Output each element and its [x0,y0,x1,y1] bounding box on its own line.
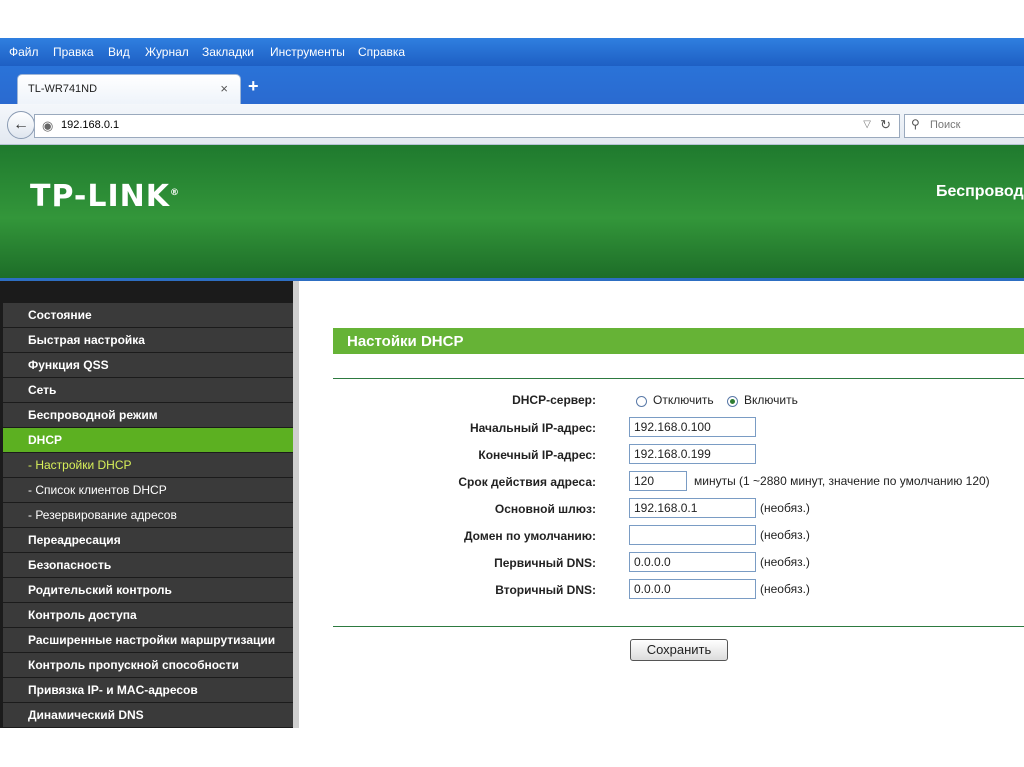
search-box[interactable]: ⚲ Поиск [904,114,1024,138]
section-title-bar: Настойки DHCP [333,328,1024,354]
gateway-optional: (необяз.) [760,501,810,515]
sidebar-item[interactable]: Расширенные настройки маршрутизации [3,628,293,652]
menu-edit[interactable]: Правка [53,45,94,59]
lease-time-label: Срок действия адреса: [458,475,596,489]
divider-bottom [333,626,1024,627]
dns2-optional: (необяз.) [760,582,810,596]
gateway-label: Основной шлюз: [494,502,596,516]
menu-tools[interactable]: Инструменты [270,45,345,59]
search-icon: ⚲ [911,117,920,131]
sidebar-item[interactable]: Быстрая настройка [3,328,293,352]
domain-field[interactable] [629,525,756,545]
section-title: Настойки DHCP [347,333,464,350]
tab-close-icon[interactable]: × [220,81,228,96]
sidebar-item[interactable]: Контроль пропускной способности [3,653,293,677]
menu-history[interactable]: Журнал [145,45,189,59]
menu-bookmarks[interactable]: Закладки [202,45,254,59]
radio-disable[interactable] [636,396,647,407]
sidebar-item[interactable]: Динамический DNS [3,703,293,727]
sidebar-item[interactable]: DHCP [3,428,293,452]
sidebar-item[interactable]: Безопасность [3,553,293,577]
reload-icon[interactable]: ↻ [880,117,891,133]
sidebar-item[interactable]: Переадресация [3,528,293,552]
start-ip-field[interactable]: 192.168.0.100 [629,417,756,437]
dns1-optional: (необяз.) [760,555,810,569]
menu-file[interactable]: Файл [9,45,39,59]
dns2-label: Вторичный DNS: [495,583,596,597]
domain-label: Домен по умолчанию: [463,529,596,543]
lease-time-field[interactable]: 120 [629,471,687,491]
radio-enable-label: Включить [744,393,798,407]
tab-title: TL-WR741ND [28,83,98,95]
domain-optional: (необяз.) [760,528,810,542]
globe-icon: ◉ [42,118,54,133]
end-ip-label: Конечный IP-адрес: [478,448,596,462]
menu-view[interactable]: Вид [108,45,130,59]
radio-disable-label: Отключить [653,393,714,407]
browser-tab[interactable]: TL-WR741ND × [17,74,241,105]
address-bar[interactable]: ◉ 192.168.0.1 ▽ ↻ [34,114,900,138]
dhcp-settings-panel: Настойки DHCP DHCP-сервер: Отключить Вкл… [299,281,1024,728]
back-arrow-icon[interactable]: ← [7,111,35,139]
sidebar-item[interactable]: - Резервирование адресов [3,503,293,527]
screenshot-frame: Файл Правка Вид Журнал Закладки Инструме… [0,38,1024,728]
sidebar-item[interactable]: - Список клиентов DHCP [3,478,293,502]
start-ip-label: Начальный IP-адрес: [469,421,596,435]
browser-menu-bar: Файл Правка Вид Журнал Закладки Инструме… [0,38,1024,66]
sidebar-item[interactable]: Функция QSS [3,353,293,377]
dns1-label: Первичный DNS: [494,556,596,570]
sidebar-item[interactable]: Привязка IP- и MAC-адресов [3,678,293,702]
router-header: TP-LINK® Беспровод [0,145,1024,278]
tp-link-logo: TP-LINK® [30,179,181,214]
navigation-bar: ← ◉ 192.168.0.1 ▽ ↻ ⚲ Поиск [0,104,1024,145]
sidebar-item[interactable]: Сеть [3,378,293,402]
sidebar-item[interactable]: Состояние [3,303,293,327]
dns1-field[interactable]: 0.0.0.0 [629,552,756,572]
search-placeholder: Поиск [930,119,961,131]
sidebar-item[interactable]: - Настройки DHCP [3,453,293,477]
sidebar-item[interactable]: Родительский контроль [3,578,293,602]
address-url: 192.168.0.1 [61,119,120,131]
sidebar-menu: Состояние Быстрая настройка Функция QSS Сет… [0,281,299,728]
gateway-field[interactable]: 192.168.0.1 [629,498,756,518]
dhcp-server-label: DHCP-сервер: [512,393,596,407]
new-tab-plus-icon[interactable]: + [248,76,259,97]
radio-enable[interactable] [727,396,738,407]
sidebar-menu-list: Состояние Быстрая настройка Функция QSS Сет… [3,303,293,728]
sidebar-item[interactable]: Контроль доступа [3,603,293,627]
end-ip-field[interactable]: 192.168.0.199 [629,444,756,464]
sidebar-item[interactable]: Беспроводной режим [3,403,293,427]
save-button[interactable]: Сохранить [630,639,728,661]
divider-top [333,378,1024,379]
dns2-field[interactable]: 0.0.0.0 [629,579,756,599]
history-dropdown-icon[interactable]: ▽ [863,119,871,130]
menu-help[interactable]: Справка [358,45,405,59]
lease-time-hint: минуты (1 ~2880 минут, значение по умолч… [694,474,990,488]
header-title: Беспровод [936,183,1024,200]
